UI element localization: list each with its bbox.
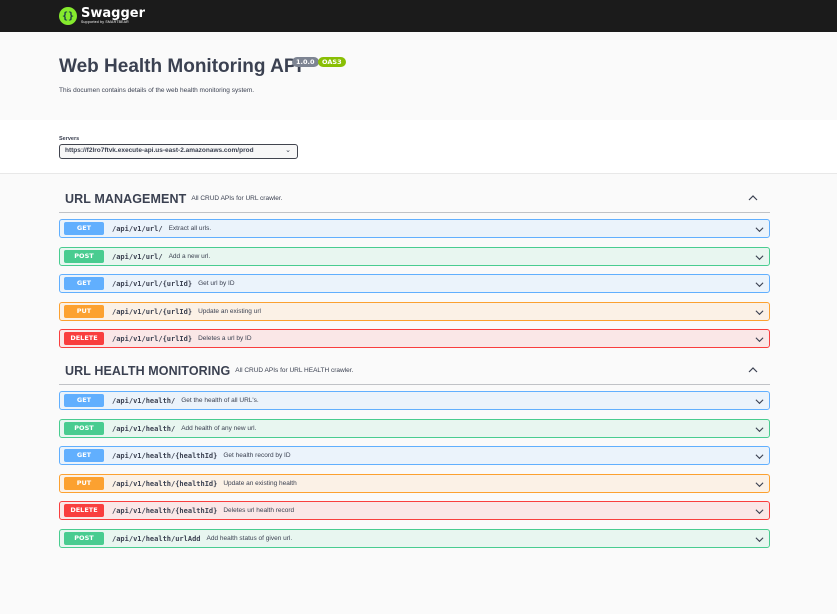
api-description: This documen contains details of the web… bbox=[59, 87, 255, 94]
operation-path: /api/v1/health/urlAdd bbox=[112, 534, 201, 543]
chevron-down-icon[interactable] bbox=[755, 452, 764, 461]
operation-row[interactable]: GET /api/v1/url/{urlId} Get url by ID bbox=[59, 274, 770, 293]
operation-row[interactable]: GET /api/v1/health/{healthId} Get health… bbox=[59, 446, 770, 465]
info-section: Web Health Monitoring API 1.0.0 OAS3 Thi… bbox=[0, 32, 837, 120]
operation-summary: Get the health of all URL's. bbox=[181, 397, 259, 404]
method-badge: GET bbox=[64, 277, 104, 290]
oas-badge: OAS3 bbox=[318, 57, 346, 67]
operation-row[interactable]: DELETE /api/v1/health/{healthId} Deletes… bbox=[59, 501, 770, 520]
operation-summary: Update an existing health bbox=[223, 480, 297, 487]
chevron-down-icon[interactable] bbox=[755, 253, 764, 262]
operation-path: /api/v1/health/{healthId} bbox=[112, 479, 218, 488]
method-badge: POST bbox=[64, 532, 104, 545]
chevron-down-icon[interactable] bbox=[755, 280, 764, 289]
servers-select[interactable]: https://f2lro7ftvk.execute-api.us-east-2… bbox=[59, 144, 298, 159]
method-badge: GET bbox=[64, 222, 104, 235]
tag-section-url-health-monitoring: URL HEALTH MONITORING All CRUD APIs for … bbox=[59, 357, 770, 385]
tag-section-url-management: URL MANAGEMENT All CRUD APIs for URL cra… bbox=[59, 185, 770, 213]
operation-summary: Deletes url health record bbox=[223, 507, 295, 514]
swagger-logo[interactable]: {} Swagger Supported by SMARTBEAR bbox=[59, 7, 145, 25]
operation-summary: Add a new url. bbox=[168, 253, 211, 260]
tag-description: All CRUD APIs for URL crawler. bbox=[191, 195, 283, 202]
swagger-logo-icon: {} bbox=[59, 7, 77, 25]
chevron-down-icon[interactable] bbox=[755, 507, 764, 516]
operation-path: /api/v1/health/{healthId} bbox=[112, 506, 218, 515]
operation-path: /api/v1/url/{urlId} bbox=[112, 334, 193, 343]
servers-section: Servers https://f2lro7ftvk.execute-api.u… bbox=[0, 120, 837, 174]
operation-summary: Update an existing url bbox=[198, 308, 261, 315]
method-badge: DELETE bbox=[64, 504, 104, 517]
tag-header[interactable]: URL MANAGEMENT All CRUD APIs for URL cra… bbox=[59, 185, 770, 213]
operation-path: /api/v1/url/ bbox=[112, 252, 163, 261]
chevron-down-icon[interactable] bbox=[755, 480, 764, 489]
operation-row[interactable]: POST /api/v1/health/ Add health of any n… bbox=[59, 419, 770, 438]
operation-path: /api/v1/url/ bbox=[112, 224, 163, 233]
chevron-up-icon[interactable] bbox=[748, 365, 758, 375]
version-badge: 1.0.0 bbox=[292, 57, 319, 67]
chevron-down-icon[interactable] bbox=[755, 535, 764, 544]
operation-path: /api/v1/url/{urlId} bbox=[112, 279, 193, 288]
logo-name: Swagger bbox=[81, 6, 145, 22]
operation-row[interactable]: PUT /api/v1/health/{healthId} Update an … bbox=[59, 474, 770, 493]
operation-row[interactable]: GET /api/v1/url/ Extract all urls. bbox=[59, 219, 770, 238]
operation-row[interactable]: DELETE /api/v1/url/{urlId} Deletes a url… bbox=[59, 329, 770, 348]
method-badge: DELETE bbox=[64, 332, 104, 345]
chevron-down-icon: ⌄ bbox=[285, 147, 291, 154]
method-badge: PUT bbox=[64, 305, 104, 318]
method-badge: GET bbox=[64, 394, 104, 407]
operation-row[interactable]: POST /api/v1/url/ Add a new url. bbox=[59, 247, 770, 266]
operation-path: /api/v1/health/ bbox=[112, 424, 176, 433]
logo-subtitle: Supported by SMARTBEAR bbox=[81, 20, 129, 25]
method-badge: PUT bbox=[64, 477, 104, 490]
tag-name: URL MANAGEMENT bbox=[65, 191, 187, 206]
method-badge: GET bbox=[64, 449, 104, 462]
operation-summary: Get url by ID bbox=[198, 280, 235, 287]
operation-row[interactable]: PUT /api/v1/url/{urlId} Update an existi… bbox=[59, 302, 770, 321]
operation-row[interactable]: GET /api/v1/health/ Get the health of al… bbox=[59, 391, 770, 410]
chevron-down-icon[interactable] bbox=[755, 308, 764, 317]
method-badge: POST bbox=[64, 422, 104, 435]
servers-label: Servers bbox=[59, 136, 80, 142]
page-title: Web Health Monitoring API bbox=[59, 56, 302, 77]
topbar: {} Swagger Supported by SMARTBEAR bbox=[0, 0, 837, 32]
method-badge: POST bbox=[64, 250, 104, 263]
tag-description: All CRUD APIs for URL HEALTH crawler. bbox=[235, 367, 354, 374]
chevron-down-icon[interactable] bbox=[755, 397, 764, 406]
servers-selected-value: https://f2lro7ftvk.execute-api.us-east-2… bbox=[65, 147, 254, 154]
operation-path: /api/v1/health/ bbox=[112, 396, 176, 405]
operation-path: /api/v1/health/{healthId} bbox=[112, 451, 218, 460]
tag-header[interactable]: URL HEALTH MONITORING All CRUD APIs for … bbox=[59, 357, 770, 385]
operation-row[interactable]: POST /api/v1/health/urlAdd Add health st… bbox=[59, 529, 770, 548]
chevron-down-icon[interactable] bbox=[755, 425, 764, 434]
chevron-down-icon[interactable] bbox=[755, 335, 764, 344]
operation-summary: Add health status of given url. bbox=[206, 535, 293, 542]
operation-summary: Extract all urls. bbox=[168, 225, 212, 232]
tag-name: URL HEALTH MONITORING bbox=[65, 363, 231, 378]
chevron-up-icon[interactable] bbox=[748, 193, 758, 203]
operation-path: /api/v1/url/{urlId} bbox=[112, 307, 193, 316]
operation-summary: Add health of any new url. bbox=[181, 425, 257, 432]
operation-summary: Deletes a url by ID bbox=[198, 335, 252, 342]
operation-summary: Get health record by ID bbox=[223, 452, 291, 459]
chevron-down-icon[interactable] bbox=[755, 225, 764, 234]
